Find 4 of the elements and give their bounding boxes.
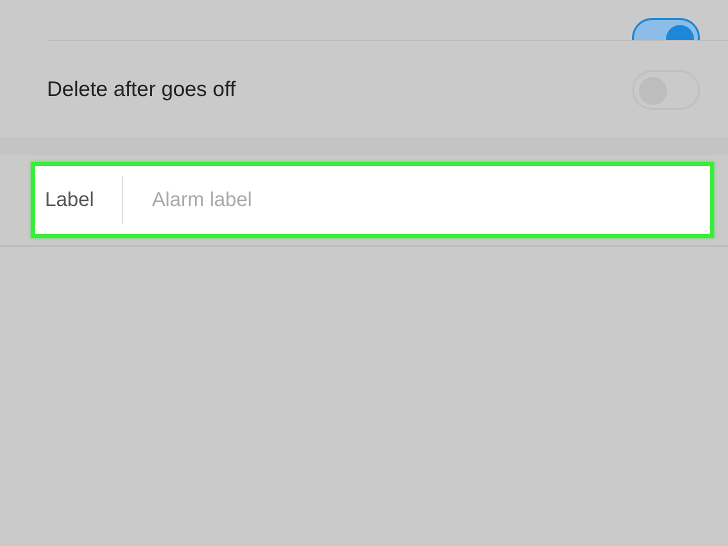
label-input[interactable]: Alarm label: [150, 188, 710, 212]
field-label: Label: [35, 176, 123, 224]
setting-label: Delete after goes off: [47, 78, 236, 102]
label-field[interactable]: Label Alarm label: [31, 162, 714, 238]
